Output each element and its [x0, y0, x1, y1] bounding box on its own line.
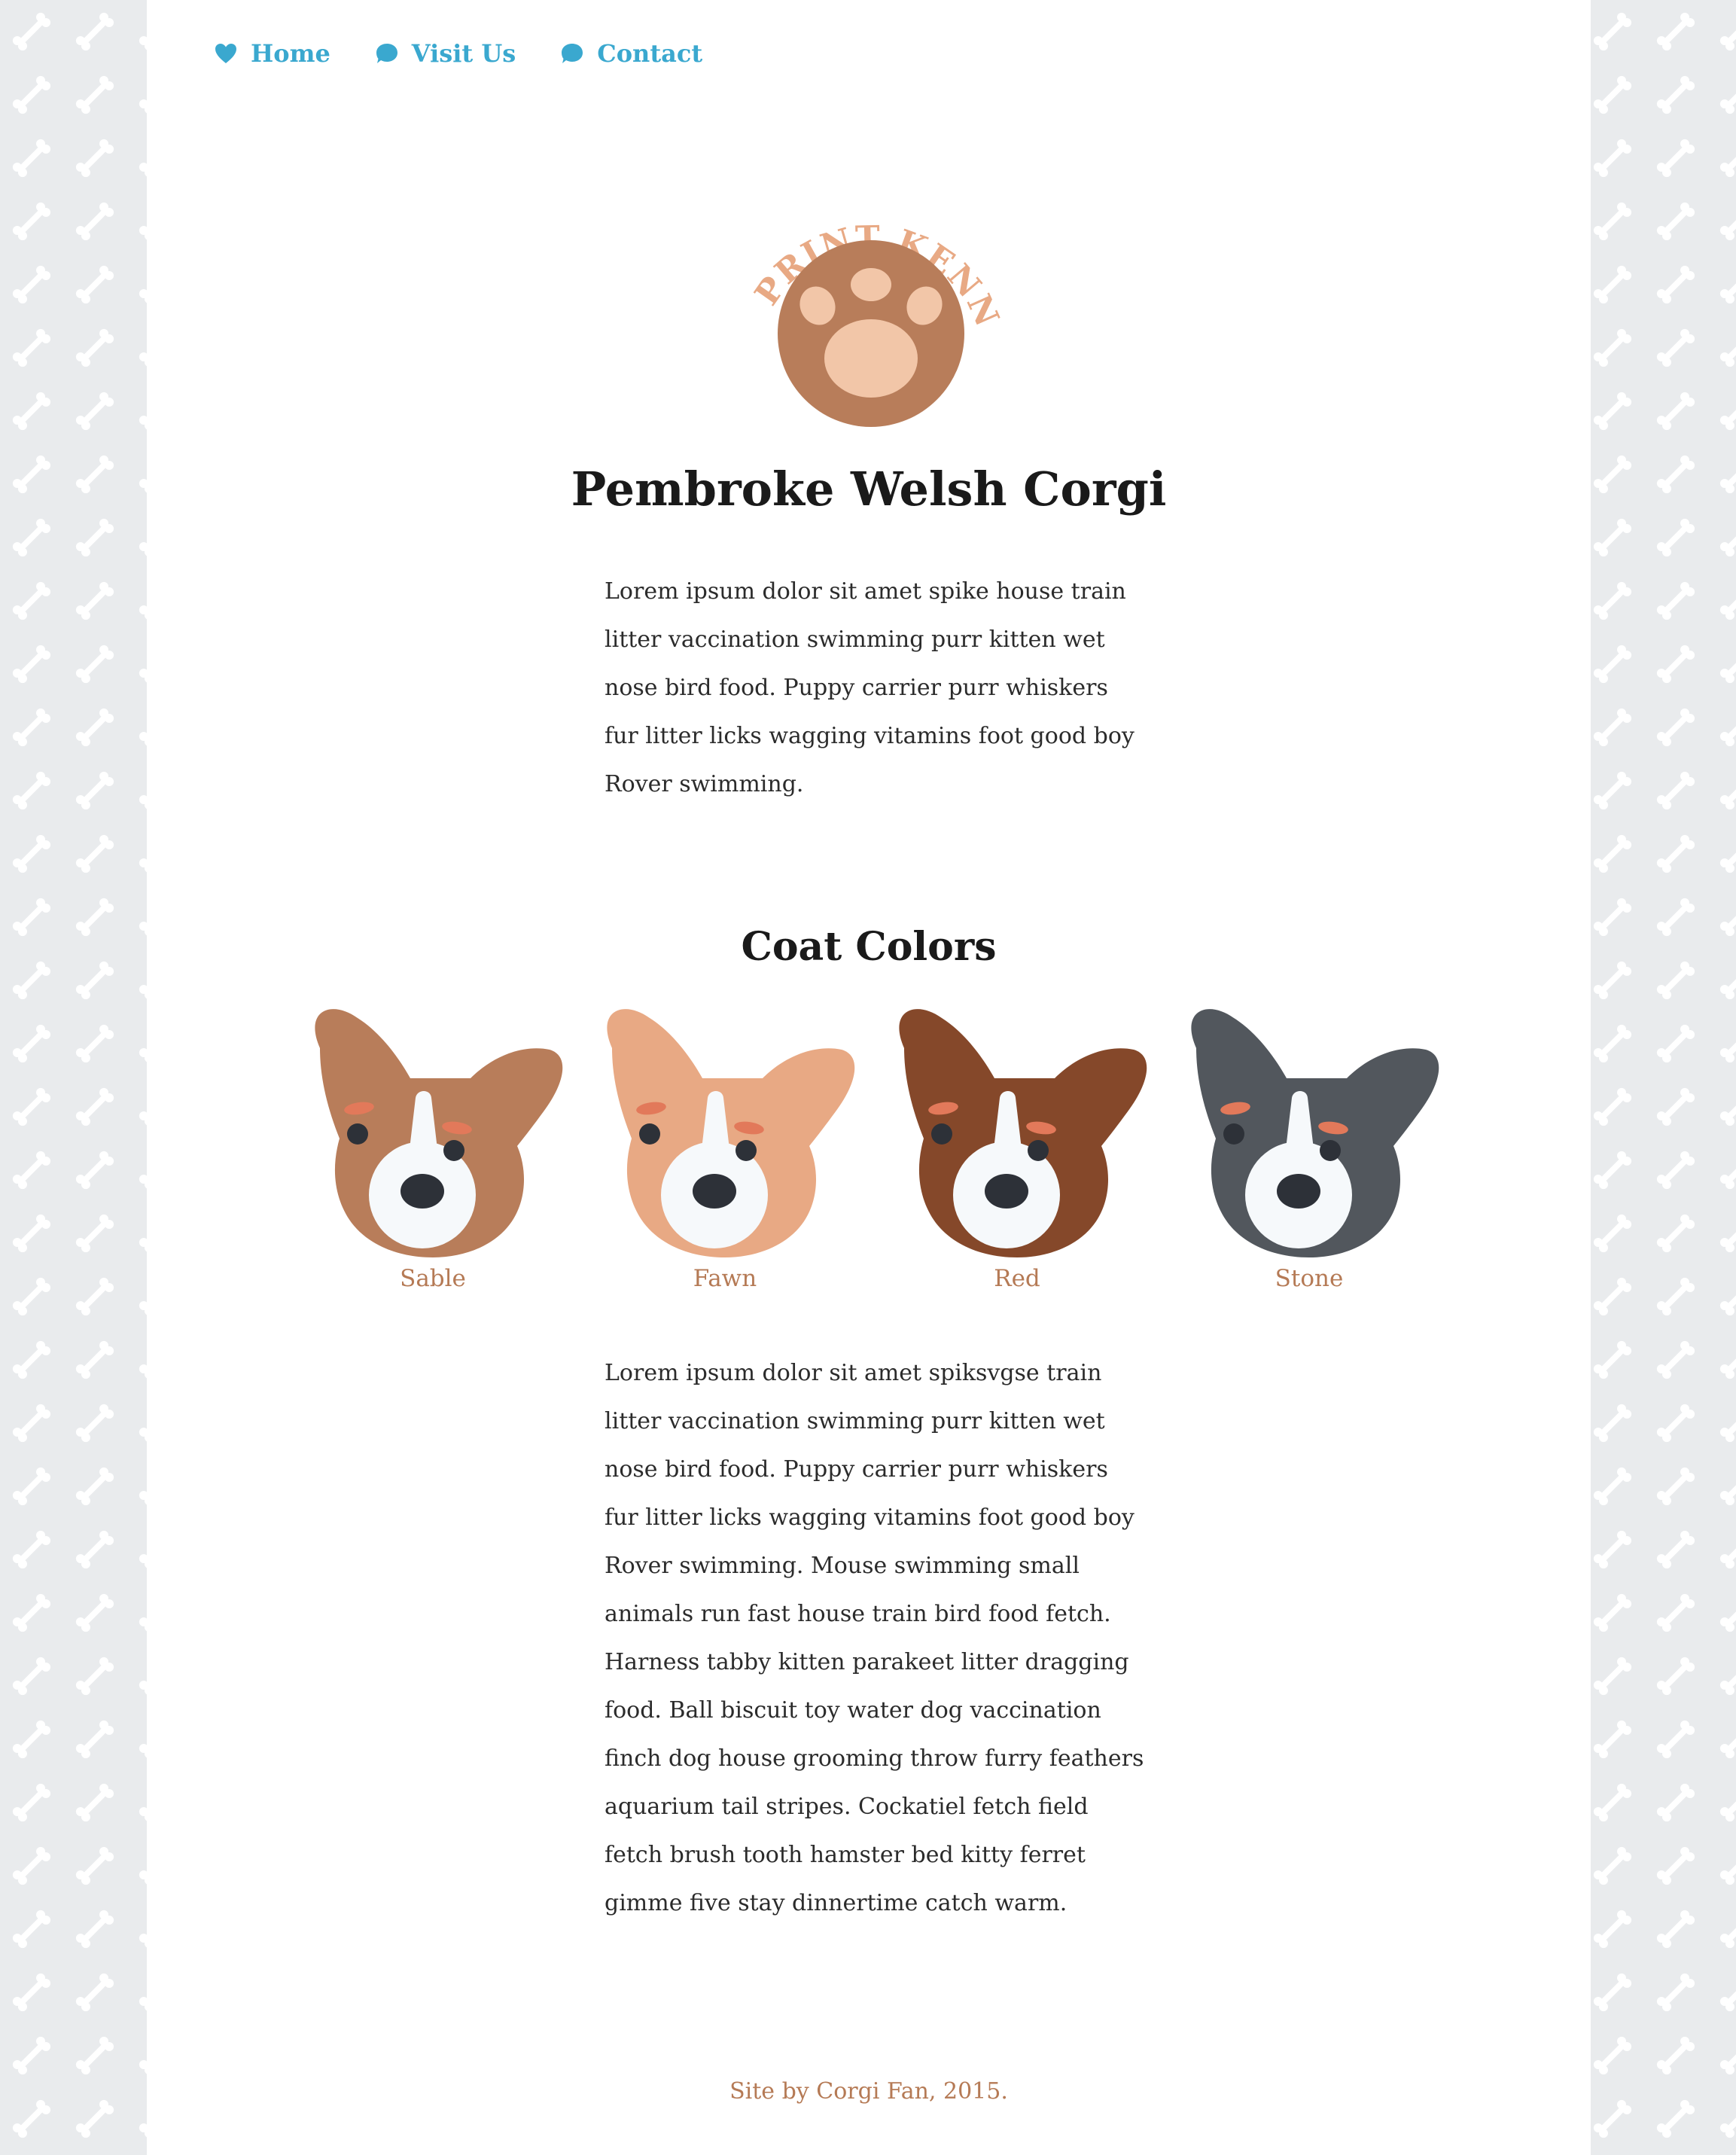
- coat-color-stone: Stone: [1174, 1003, 1445, 1304]
- corgi-face-red-icon: [899, 1009, 1147, 1257]
- corgi-face-fawn-icon: [607, 1009, 855, 1257]
- coat-label-fawn: Fawn: [693, 1265, 757, 1292]
- coat-colors-heading: Coat Colors: [741, 924, 997, 970]
- coat-label-red: Red: [994, 1265, 1040, 1292]
- heart-icon: [215, 44, 236, 63]
- coat-colors-list: Sable Fawn Red Stone: [297, 1003, 1442, 1304]
- page-title: Pembroke Welsh Corgi: [571, 462, 1167, 517]
- coat-color-sable: Sable: [297, 1003, 568, 1304]
- coat-color-red: Red: [882, 1003, 1153, 1304]
- body-paragraph: Lorem ipsum dolor sit amet spiksvgse tra…: [605, 1360, 1144, 1916]
- nav-link-visit-us[interactable]: Visit Us: [376, 39, 516, 68]
- nav-label-visit-us: Visit Us: [411, 39, 516, 68]
- nav-link-home[interactable]: Home: [215, 39, 330, 68]
- content-page: Home Visit Us Contact PAW PRINT KENNELS …: [147, 0, 1591, 2155]
- nav-label-home: Home: [251, 39, 330, 68]
- corgi-face-stone-icon: [1191, 1009, 1439, 1257]
- top-nav: Home Visit Us Contact: [215, 39, 702, 68]
- speech-bubble-icon: [376, 44, 397, 63]
- nav-link-contact[interactable]: Contact: [561, 39, 702, 68]
- coat-label-sable: Sable: [400, 1265, 466, 1292]
- coat-color-fawn: Fawn: [589, 1003, 860, 1304]
- footer-credit: Site by Corgi Fan, 2015.: [729, 2078, 1008, 2105]
- paw-print-kennels-logo: PAW PRINT KENNELS: [720, 181, 1005, 427]
- coat-label-stone: Stone: [1275, 1265, 1344, 1292]
- corgi-face-sable-icon: [315, 1009, 563, 1257]
- intro-paragraph: Lorem ipsum dolor sit amet spike house t…: [605, 578, 1134, 797]
- speech-bubble-icon: [562, 44, 583, 63]
- nav-label-contact: Contact: [597, 39, 703, 68]
